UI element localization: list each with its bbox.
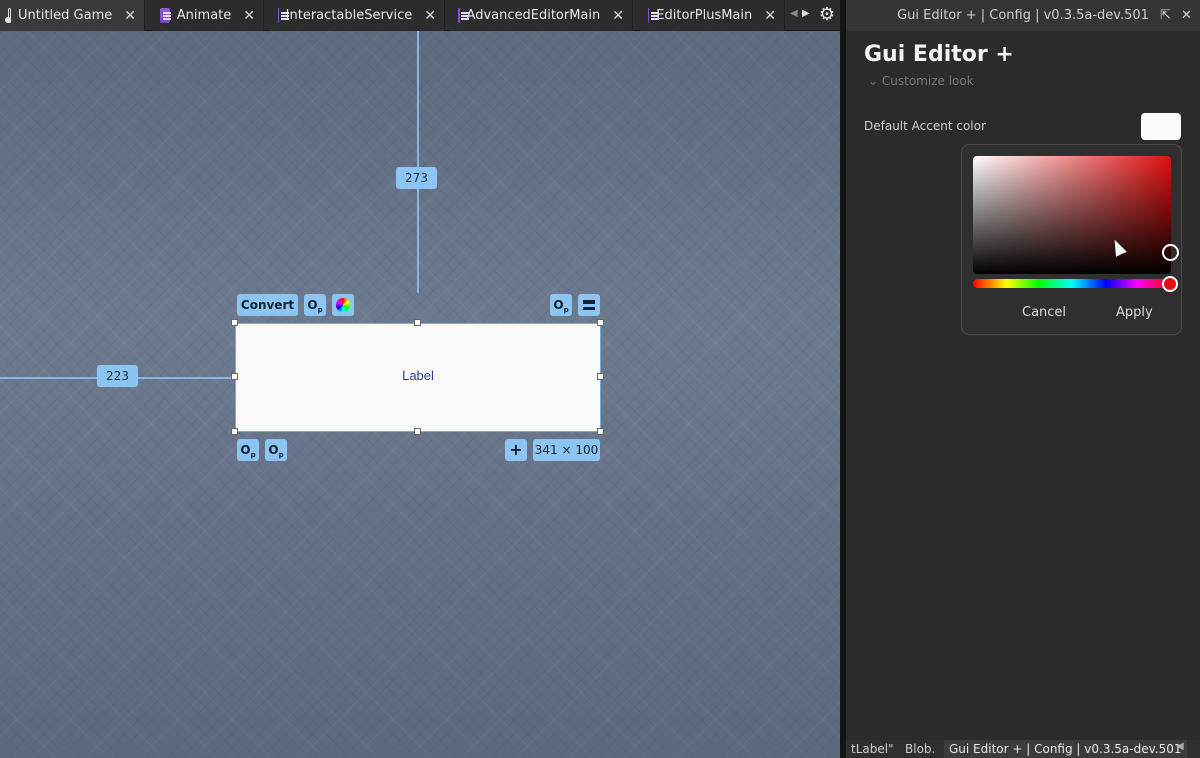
resize-handle[interactable] (597, 428, 604, 435)
script-icon (648, 8, 663, 23)
vertical-distance-badge: 273 (396, 167, 437, 189)
viewport[interactable]: 273 223 Convert Op Op Label Op Op + 341 … (0, 31, 840, 758)
page-title: Gui Editor + (864, 42, 1014, 67)
tab-label: Animate (176, 8, 232, 23)
customize-look-toggle[interactable]: ⌄ Customize look (868, 74, 974, 88)
close-icon[interactable]: ✕ (612, 8, 624, 24)
gui-editor-panel: Gui Editor + | Config | v0.3.5a-dev.501 … (846, 0, 1200, 758)
bottom-tab-blob[interactable]: Blob. (900, 740, 940, 758)
accent-color-label: Default Accent color (864, 119, 986, 133)
vertical-guide-line (417, 31, 419, 293)
resize-handle[interactable] (231, 319, 238, 326)
tab-advanced-editor-main[interactable]: AdvancedEditorMain ✕ (450, 0, 633, 31)
close-icon[interactable]: ✕ (424, 8, 436, 24)
tab-label: AdvancedEditorMain (466, 8, 601, 23)
apply-button[interactable]: Apply (1116, 305, 1153, 320)
resize-handle[interactable] (231, 373, 238, 380)
resize-handle[interactable] (231, 428, 238, 435)
script-icon (278, 8, 286, 23)
tab-label: InteractableService (285, 8, 413, 23)
tab-label: EditorPlusMain (656, 8, 753, 23)
editor-tab-bar: Untitled Game ✕ Animate ✕ InteractableSe… (0, 0, 840, 31)
bottom-tab-bar: tLabel" Blob. Gui Editor + | Config | v0… (846, 740, 1200, 758)
layout-button[interactable] (578, 294, 600, 316)
script-icon (458, 8, 467, 23)
offset-top-left-button[interactable]: Op (304, 294, 326, 316)
panel-title-bar: Gui Editor + | Config | v0.3.5a-dev.501 … (846, 0, 1200, 31)
section-label: Customize look (881, 74, 974, 88)
add-button[interactable]: + (505, 439, 527, 461)
text-label-frame[interactable]: Label (235, 323, 601, 432)
saturation-value-area[interactable] (973, 156, 1171, 274)
resize-handle[interactable] (414, 319, 421, 326)
close-icon[interactable]: ✕ (764, 8, 776, 24)
panel-window-title: Gui Editor + | Config | v0.3.5a-dev.501 (897, 8, 1149, 23)
convert-button[interactable]: Convert (237, 294, 298, 316)
tab-interactable-service[interactable]: InteractableService ✕ (270, 0, 445, 31)
chevron-down-icon: ⌄ (868, 74, 879, 88)
bottom-tab-textlabel[interactable]: tLabel" (846, 740, 899, 758)
document-icon (5, 8, 11, 23)
offset-top-right-button[interactable]: Op (550, 294, 572, 316)
size-readout: 341 × 100 (533, 439, 600, 461)
hue-slider[interactable] (973, 279, 1171, 288)
layout-icon (583, 300, 595, 310)
tab-animate[interactable]: Animate ✕ (152, 0, 264, 31)
popout-icon[interactable]: ⇱ (1160, 0, 1171, 31)
script-icon (160, 8, 171, 23)
tab-editor-plus-main[interactable]: EditorPlusMain ✕ (640, 0, 785, 31)
hue-slider-knob[interactable] (1162, 276, 1178, 292)
saturation-value-knob[interactable] (1162, 244, 1179, 261)
gear-icon[interactable]: ⚙ (817, 5, 837, 25)
resize-handle[interactable] (597, 319, 604, 326)
close-icon[interactable]: ✕ (1181, 0, 1192, 31)
color-picker-popup: Cancel Apply (961, 144, 1182, 335)
close-icon[interactable]: ✕ (243, 8, 255, 24)
offset-bottom-button[interactable]: Op (265, 439, 287, 461)
resize-handle[interactable] (597, 373, 604, 380)
resize-handle[interactable] (414, 428, 421, 435)
label-text: Label (402, 368, 434, 383)
cancel-button[interactable]: Cancel (1022, 305, 1066, 320)
color-wheel-icon (336, 298, 350, 312)
horizontal-distance-badge: 223 (97, 365, 138, 387)
accent-color-swatch[interactable] (1141, 113, 1181, 140)
offset-bottom-left-button[interactable]: Op (237, 439, 259, 461)
tab-scroll-right-icon[interactable]: ▶ (802, 8, 810, 19)
close-icon[interactable]: ✕ (124, 8, 136, 24)
tab-label: Untitled Game (18, 8, 113, 23)
tab-scroll-left-icon[interactable]: ◀ (790, 8, 798, 19)
tab-untitled-game[interactable]: Untitled Game ✕ (0, 0, 145, 31)
bottom-tab-gui-editor[interactable]: Gui Editor + | Config | v0.3.5a-dev.501 (944, 740, 1187, 758)
tab-scroll-left-icon[interactable]: ◀ (1176, 741, 1184, 752)
color-wheel-button[interactable] (332, 294, 354, 316)
